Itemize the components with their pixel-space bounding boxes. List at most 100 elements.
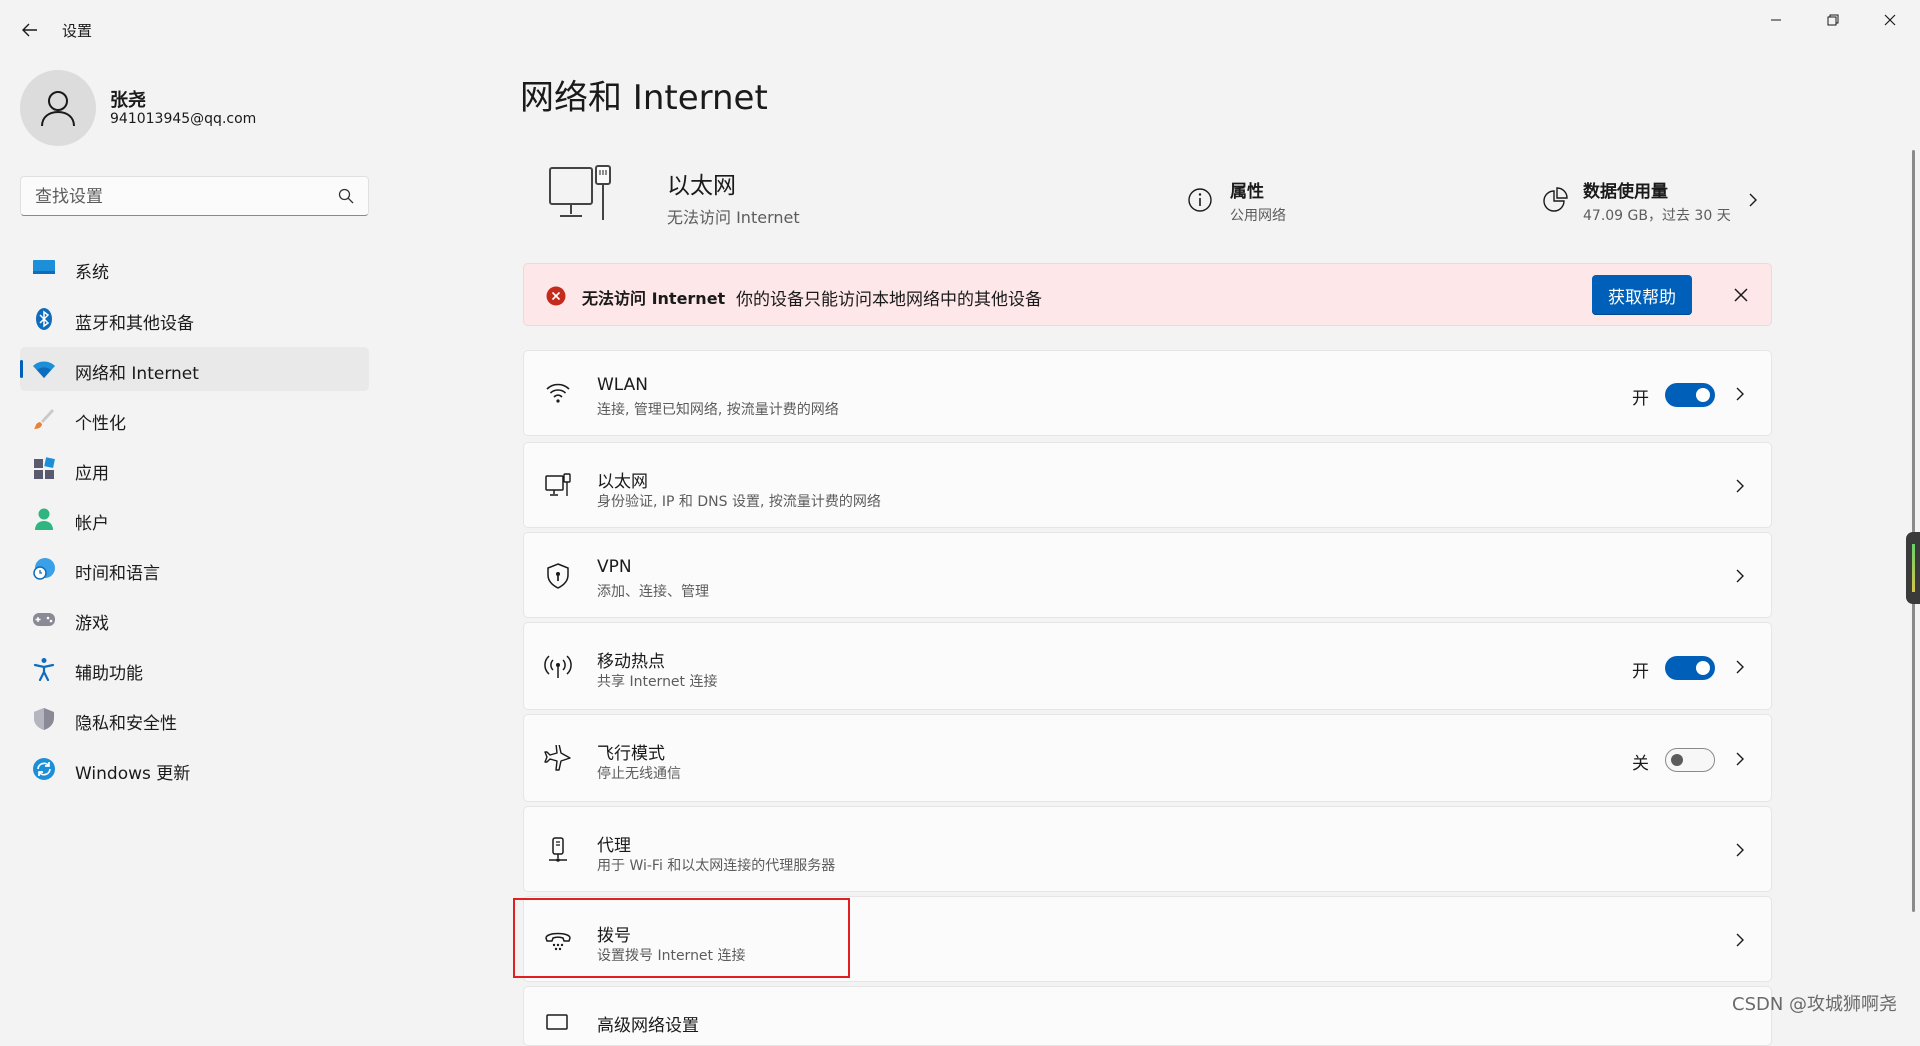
- toggle-state-label: 开: [1632, 389, 1649, 409]
- row-subtitle: 添加、连接、管理: [597, 584, 709, 600]
- airplane-mode-toggle[interactable]: [1665, 748, 1715, 772]
- row-title: 高级网络设置: [597, 1016, 699, 1036]
- data-usage-icon[interactable]: [1540, 187, 1568, 215]
- connection-name: 以太网: [667, 173, 736, 199]
- chevron-right-icon: [1736, 752, 1744, 766]
- restore-icon: [1827, 14, 1839, 26]
- sidebar-item-label: 隐私和安全性: [75, 714, 177, 734]
- sidebar-item-apps[interactable]: 应用: [20, 447, 369, 491]
- ethernet-icon: [545, 473, 571, 496]
- row-title: WLAN: [597, 375, 649, 395]
- hotspot-icon: [544, 655, 572, 678]
- advanced-network-icon: [546, 1014, 568, 1030]
- wifi-icon: [546, 383, 570, 403]
- row-vpn[interactable]: VPN 添加、连接、管理: [523, 532, 1772, 618]
- minimize-button[interactable]: [1756, 8, 1796, 32]
- row-title: 拨号: [597, 926, 631, 946]
- accessibility-icon: [33, 658, 55, 681]
- system-icon: [33, 260, 55, 274]
- ethernet-computer-icon: [549, 165, 611, 220]
- row-subtitle: 身份验证, IP 和 DNS 设置, 按流量计费的网络: [597, 494, 881, 510]
- active-indicator: [20, 360, 23, 378]
- sidebar-item-bluetooth[interactable]: 蓝牙和其他设备: [20, 297, 369, 341]
- scrollbar[interactable]: [1912, 150, 1915, 912]
- row-subtitle: 用于 Wi-Fi 和以太网连接的代理服务器: [597, 858, 836, 874]
- banner-title: 无法访问 Internet: [582, 289, 726, 308]
- sidebar-item-label: 蓝牙和其他设备: [75, 314, 194, 334]
- search-box[interactable]: [20, 176, 369, 216]
- search-input[interactable]: [33, 185, 337, 209]
- chevron-right-icon: [1736, 479, 1744, 493]
- row-subtitle: 共享 Internet 连接: [597, 674, 718, 690]
- update-icon: [33, 758, 55, 780]
- back-arrow-icon: [22, 23, 37, 37]
- chevron-right-icon: [1736, 387, 1744, 401]
- sidebar-item-personalization[interactable]: 个性化: [20, 397, 369, 441]
- chevron-right-icon: [1736, 660, 1744, 674]
- search-icon[interactable]: [338, 188, 354, 204]
- sidebar-item-accessibility[interactable]: 辅助功能: [20, 647, 369, 691]
- account-icon: [35, 508, 53, 530]
- minimize-icon: [1771, 19, 1781, 21]
- title-bar: 设置: [0, 0, 1920, 60]
- chevron-right-icon: [1736, 843, 1744, 857]
- sidebar-item-network[interactable]: 网络和 Internet: [20, 347, 369, 391]
- chevron-right-icon: [1736, 569, 1744, 583]
- row-subtitle: 连接, 管理已知网络, 按流量计费的网络: [597, 402, 839, 418]
- sidebar-item-accounts[interactable]: 帐户: [20, 497, 369, 541]
- get-help-button[interactable]: 获取帮助: [1592, 275, 1692, 315]
- row-advanced-network[interactable]: 高级网络设置: [523, 986, 1772, 1046]
- close-icon[interactable]: [1730, 284, 1752, 306]
- shield-icon: [34, 708, 54, 730]
- restore-button[interactable]: [1813, 8, 1853, 32]
- user-email: 941013945@qq.com: [110, 111, 257, 127]
- sidebar-item-time-language[interactable]: 时间和语言: [20, 547, 369, 591]
- close-button[interactable]: [1870, 8, 1910, 32]
- row-proxy[interactable]: 代理 用于 Wi-Fi 和以太网连接的代理服务器: [523, 806, 1772, 892]
- app-title: 设置: [62, 22, 93, 40]
- sidebar-item-label: 时间和语言: [75, 564, 160, 584]
- chevron-right-icon: [1736, 933, 1744, 947]
- data-usage-amount: 47.09 GB，过去 30 天: [1583, 208, 1731, 224]
- user-name: 张尧: [110, 90, 146, 111]
- info-icon[interactable]: [1186, 186, 1214, 214]
- toggle-state-label: 关: [1632, 754, 1649, 774]
- sidebar-item-gaming[interactable]: 游戏: [20, 597, 369, 641]
- row-dial-up[interactable]: 拨号 设置拨号 Internet 连接: [523, 896, 1772, 982]
- properties-link[interactable]: 属性: [1230, 177, 1264, 202]
- wlan-toggle[interactable]: [1665, 383, 1715, 407]
- network-icon: [33, 361, 55, 378]
- sidebar-item-privacy[interactable]: 隐私和安全性: [20, 697, 369, 741]
- close-icon: [1884, 14, 1896, 26]
- row-mobile-hotspot[interactable]: 移动热点 共享 Internet 连接 开: [523, 622, 1772, 710]
- airplane-icon: [544, 745, 571, 771]
- back-button[interactable]: [16, 16, 44, 44]
- proxy-icon: [549, 837, 567, 862]
- sidebar-item-label: 帐户: [75, 514, 109, 534]
- error-icon: [546, 286, 566, 306]
- row-title: 代理: [597, 836, 631, 856]
- connection-status: 无法访问 Internet: [667, 208, 800, 227]
- chevron-right-icon[interactable]: [1745, 190, 1761, 210]
- data-usage-link[interactable]: 数据使用量: [1583, 177, 1668, 202]
- sidebar-item-system[interactable]: 系统: [20, 246, 369, 290]
- row-title: 以太网: [597, 472, 648, 492]
- edge-widget[interactable]: [1906, 532, 1920, 604]
- avatar[interactable]: [20, 70, 96, 146]
- sidebar-item-label: 游戏: [75, 614, 109, 634]
- row-airplane-mode[interactable]: 飞行模式 停止无线通信 关: [523, 714, 1772, 802]
- brush-icon: [34, 409, 54, 429]
- mobile-hotspot-toggle[interactable]: [1665, 656, 1715, 680]
- row-subtitle: 停止无线通信: [597, 766, 681, 782]
- sidebar-item-label: 个性化: [75, 414, 126, 434]
- row-title: 飞行模式: [597, 744, 665, 764]
- sidebar-item-label: 应用: [75, 464, 109, 484]
- watermark: CSDN @攻城狮啊尧: [1732, 994, 1898, 1015]
- apps-icon: [34, 457, 55, 479]
- network-profile: 公用网络: [1230, 208, 1286, 224]
- row-wlan[interactable]: WLAN 连接, 管理已知网络, 按流量计费的网络 开: [523, 350, 1772, 436]
- row-subtitle: 设置拨号 Internet 连接: [597, 948, 746, 964]
- row-ethernet[interactable]: 以太网 身份验证, IP 和 DNS 设置, 按流量计费的网络: [523, 442, 1772, 528]
- page-title: 网络和 Internet: [520, 78, 768, 118]
- sidebar-item-windows-update[interactable]: Windows 更新: [20, 747, 369, 791]
